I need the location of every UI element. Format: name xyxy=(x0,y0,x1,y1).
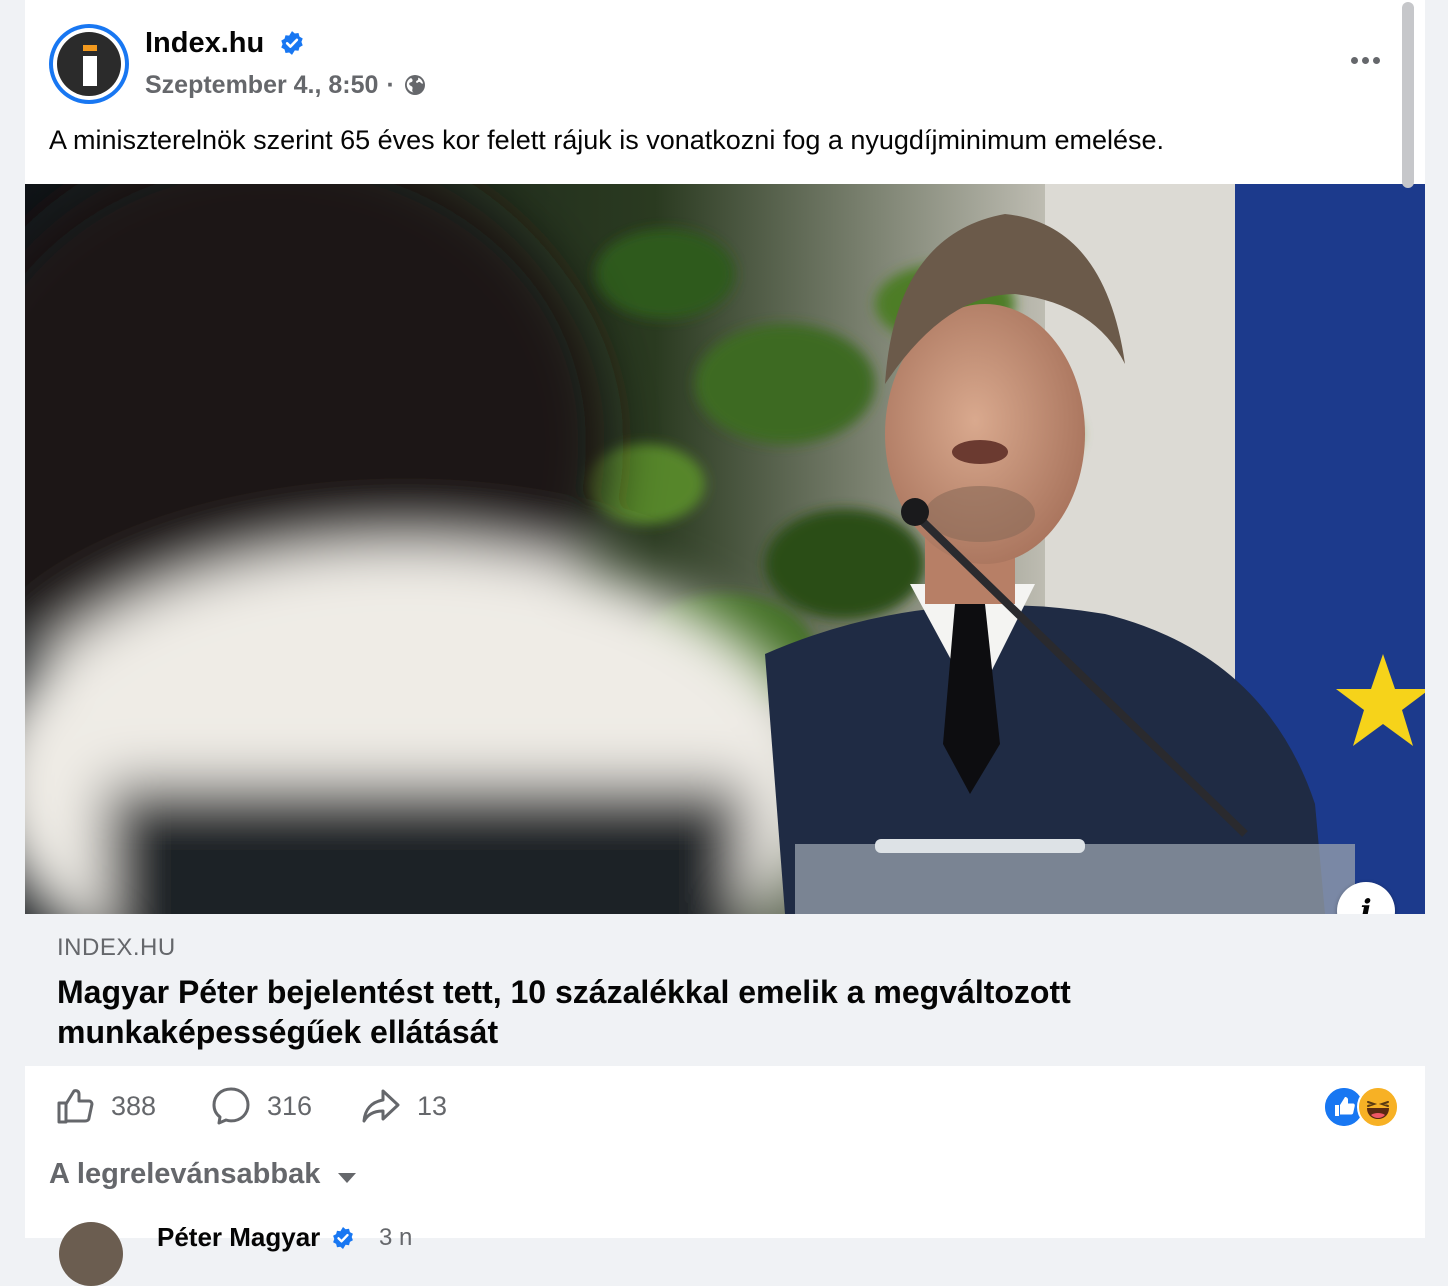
link-preview-card[interactable]: INDEX.HU Magyar Péter bejelentést tett, … xyxy=(25,914,1425,1066)
comment-author-avatar[interactable] xyxy=(59,1222,123,1286)
article-photo[interactable] xyxy=(25,184,1425,914)
index-logo-icon xyxy=(57,32,121,96)
globe-icon xyxy=(404,75,425,95)
caret-down-icon xyxy=(338,1172,357,1183)
comment-bubble-icon xyxy=(212,1087,250,1125)
photo-illustration xyxy=(25,184,1425,914)
post-meta: Szeptember 4., 8:50 · xyxy=(145,70,427,100)
share-arrow-icon xyxy=(362,1089,400,1123)
page-avatar[interactable] xyxy=(49,24,129,104)
meta-separator: · xyxy=(386,71,395,99)
like-count: 388 xyxy=(111,1090,157,1121)
comment-button[interactable]: 316 xyxy=(211,1086,312,1126)
page-name-link[interactable]: Index.hu xyxy=(145,26,264,60)
scrollbar-thumb[interactable] xyxy=(1402,2,1414,188)
post-actions-bar: 388 316 13 xyxy=(25,1080,1425,1136)
verified-badge-icon xyxy=(333,1227,353,1249)
link-headline[interactable]: Magyar Péter bejelentést tett, 10 százal… xyxy=(57,972,1257,1052)
more-options-button[interactable] xyxy=(1343,44,1387,76)
like-button[interactable]: 388 xyxy=(55,1086,156,1126)
comment-sort-label: A legrelevánsabbak xyxy=(49,1158,321,1190)
comment-sort-dropdown[interactable]: A legrelevánsabbak xyxy=(49,1158,357,1191)
post-caption: A miniszterelnök szerint 65 éves kor fel… xyxy=(49,125,1165,155)
thumbs-up-icon xyxy=(57,1089,94,1124)
post-timestamp-link[interactable]: Szeptember 4., 8:50 xyxy=(145,70,378,100)
post-card: Index.hu Szeptember 4., 8:50 · A miniszt… xyxy=(25,0,1425,1286)
haha-reaction-icon xyxy=(1357,1086,1399,1128)
share-button[interactable]: 13 xyxy=(361,1086,447,1126)
comment-count: 316 xyxy=(267,1090,313,1121)
link-domain: INDEX.HU xyxy=(57,934,176,961)
verified-badge-icon xyxy=(281,31,303,55)
share-count: 13 xyxy=(417,1090,448,1121)
reaction-summary[interactable] xyxy=(1323,1086,1403,1128)
comment-timestamp[interactable]: 3 n xyxy=(379,1224,412,1252)
